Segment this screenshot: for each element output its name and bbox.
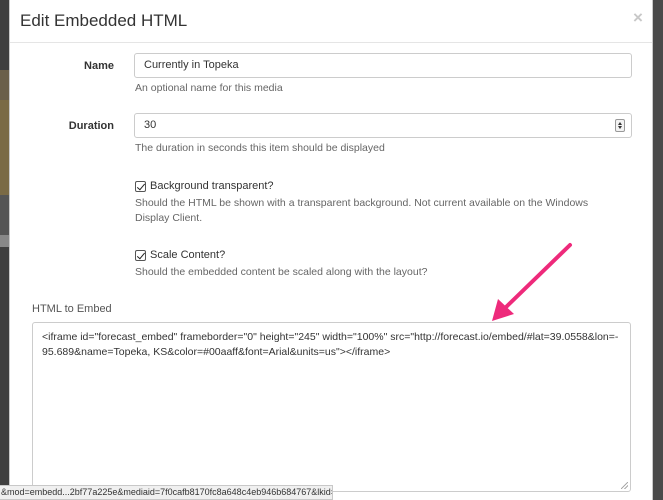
browser-status-bar: &mod=embedd...2bf77a225e&mediaid=7f0cafb…: [0, 485, 333, 500]
annotation-arrow: [492, 243, 572, 321]
arrow-shaft: [501, 243, 572, 312]
